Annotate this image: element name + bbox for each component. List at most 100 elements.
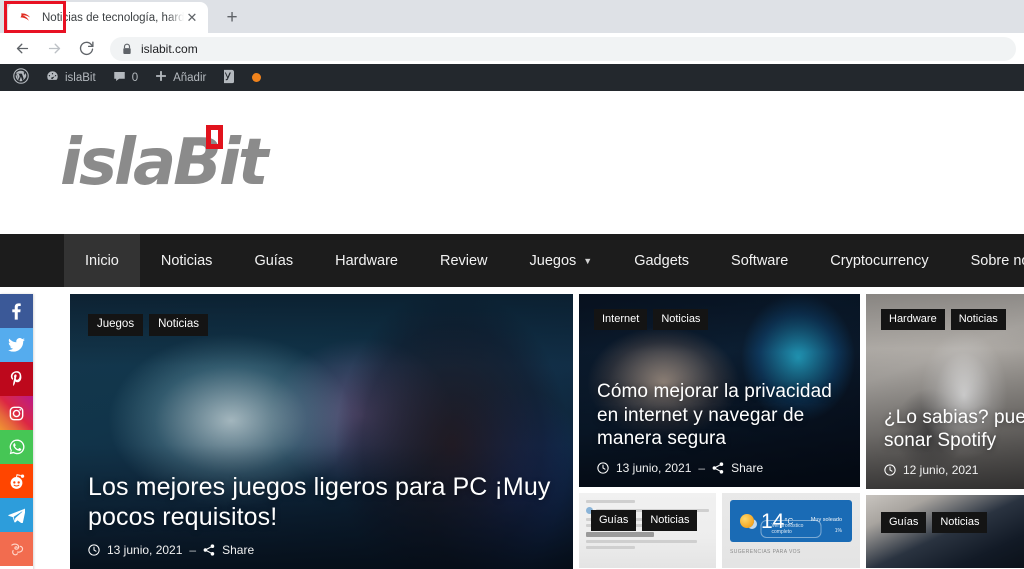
wp-new-content-label: Añadir [173, 71, 207, 84]
spotify-article-date: 12 junio, 2021 [903, 462, 979, 477]
wp-yoast-menu[interactable] [214, 64, 244, 91]
nav-item-guias[interactable]: Guías [233, 234, 314, 287]
meta-separator: – [698, 461, 706, 475]
close-icon[interactable]: ✕ [184, 10, 200, 26]
privacy-article-body: Cómo mejorar la privacidad en internet y… [597, 380, 846, 475]
mix-icon[interactable] [0, 532, 33, 566]
clock-icon [597, 462, 609, 474]
pinterest-icon[interactable] [0, 362, 33, 396]
weather-forecast-button[interactable]: Ver pronóstico completo [760, 520, 822, 538]
clock-icon [884, 464, 896, 476]
tag-chip[interactable]: Hardware [881, 309, 945, 330]
plus-icon [154, 69, 168, 86]
bottom-card-row: Guías Noticias 14 °C Muy soleado 1% Ver … [579, 493, 860, 568]
nav-item-sobre-nosotros[interactable]: Sobre nosotros ▼ [950, 234, 1024, 287]
clock-icon [88, 544, 100, 556]
facebook-icon[interactable] [0, 294, 33, 328]
wp-comments-menu[interactable]: 0 [104, 64, 146, 91]
nav-label: Software [731, 252, 789, 269]
privacy-article-date: 13 junio, 2021 [616, 461, 692, 475]
logo-accent-square [206, 124, 224, 149]
news-feed-article-card[interactable]: Guías Noticias [579, 493, 716, 568]
lock-icon [122, 43, 132, 55]
privacy-article-title[interactable]: Cómo mejorar la privacidad en internet y… [597, 380, 846, 450]
tag-chip[interactable]: Noticias [932, 511, 988, 533]
tag-chip[interactable]: Juegos [88, 314, 144, 336]
nav-item-inicio[interactable]: Inicio [64, 234, 140, 287]
nav-item-cryptocurrency[interactable]: Cryptocurrency [809, 234, 949, 287]
middle-column: Internet Noticias Cómo mejorar la privac… [579, 294, 860, 568]
yoast-seo-icon [222, 69, 236, 87]
browser-tabstrip: Noticias de tecnología, hardware ✕ + [0, 0, 1024, 33]
telegram-icon[interactable] [0, 498, 33, 532]
privacy-article-card[interactable]: Internet Noticias Cómo mejorar la privac… [579, 294, 860, 487]
back-button[interactable] [8, 35, 36, 63]
wp-logo-menu[interactable] [5, 64, 37, 91]
browser-toolbar: islabit.com [0, 33, 1024, 64]
nav-label: Sobre nosotros [970, 252, 1024, 269]
status-dot-icon [252, 73, 262, 82]
right-column: Hardware Noticias ¿Lo sabias? puede sona… [866, 294, 1024, 568]
main-content: Juegos Noticias Los mejores juegos liger… [0, 287, 1024, 569]
hero-article-card[interactable]: Juegos Noticias Los mejores juegos liger… [70, 294, 573, 569]
nav-label: Guías [254, 252, 294, 269]
nav-label: Gadgets [634, 252, 690, 269]
nav-item-software[interactable]: Software [710, 234, 809, 287]
nav-item-review[interactable]: Review [419, 234, 509, 287]
hero-article-title[interactable]: Los mejores juegos ligeros para PC ¡Muy … [88, 473, 559, 532]
share-icon[interactable] [203, 544, 215, 556]
address-bar[interactable]: islabit.com [110, 36, 1016, 61]
tag-chip[interactable]: Guías [591, 510, 637, 531]
weather-article-card[interactable]: 14 °C Muy soleado 1% Ver pronóstico comp… [722, 493, 860, 568]
nav-item-noticias[interactable]: Noticias [140, 234, 234, 287]
nav-label: Review [439, 252, 488, 269]
nav-label: Inicio [85, 252, 119, 269]
hero-article-body: Los mejores juegos ligeros para PC ¡Muy … [88, 473, 559, 557]
share-icon[interactable] [712, 462, 724, 474]
tag-chip[interactable]: Noticias [653, 309, 709, 330]
sun-cloud-icon [740, 514, 754, 528]
weather-widget: 14 °C Muy soleado 1% Ver pronóstico comp… [730, 500, 852, 542]
tag-chip[interactable]: Guías [881, 511, 927, 533]
chevron-down-icon: ▼ [583, 255, 593, 266]
meta-separator: – [189, 543, 197, 557]
tag-chip[interactable]: Noticias [149, 314, 208, 336]
wp-site-name-label: islaBit [65, 71, 96, 84]
comment-icon [112, 69, 127, 87]
hero-article-tags: Juegos Noticias [88, 314, 208, 336]
wp-comments-count: 0 [131, 71, 139, 84]
new-tab-button[interactable]: + [218, 3, 246, 31]
browser-chrome: Noticias de tecnología, hardware ✕ + isl… [0, 0, 1024, 64]
wordpress-admin-bar: islaBit 0 Añadir [0, 64, 1024, 91]
twitter-icon[interactable] [0, 328, 33, 362]
spotify-article-title[interactable]: ¿Lo sabias? puede sonar Spotify [884, 406, 1024, 452]
tag-chip[interactable]: Noticias [950, 309, 1006, 330]
annotation-highlight-box [4, 1, 66, 33]
news-feed-article-tags: Guías Noticias [591, 510, 698, 531]
privacy-share-label[interactable]: Share [731, 461, 763, 475]
hero-article-meta: 13 junio, 2021 – Share [88, 543, 559, 557]
nav-label: Juegos [529, 252, 577, 269]
extra-article-card[interactable]: Guías Noticias [866, 494, 1024, 568]
tag-chip[interactable]: Noticias [642, 510, 698, 531]
nav-item-gadgets[interactable]: Gadgets [613, 234, 710, 287]
reddit-icon[interactable] [0, 464, 33, 498]
nav-label: Noticias [160, 252, 213, 269]
spotify-article-card[interactable]: Hardware Noticias ¿Lo sabias? puede sona… [866, 294, 1024, 489]
nav-item-hardware[interactable]: Hardware [314, 234, 419, 287]
hero-share-label[interactable]: Share [222, 543, 254, 557]
spotify-article-tags: Hardware Noticias [881, 309, 1006, 330]
tag-chip[interactable]: Internet [594, 309, 648, 330]
wp-new-content-menu[interactable]: Añadir [146, 64, 214, 91]
wp-site-name-menu[interactable]: islaBit [37, 64, 104, 91]
whatsapp-icon[interactable] [0, 430, 33, 464]
nav-item-juegos[interactable]: Juegos ▼ [509, 234, 614, 287]
reload-button[interactable] [72, 35, 100, 63]
instagram-icon[interactable] [0, 396, 33, 430]
site-logo[interactable]: islaBit [60, 124, 268, 195]
hero-article-date: 13 junio, 2021 [107, 543, 183, 557]
forward-button[interactable] [40, 35, 68, 63]
wp-status-menu[interactable] [244, 64, 269, 91]
weather-suggestions-label: SUGERENCIAS PARA VOS [730, 549, 801, 555]
extra-article-tags: Guías Noticias [881, 511, 988, 533]
